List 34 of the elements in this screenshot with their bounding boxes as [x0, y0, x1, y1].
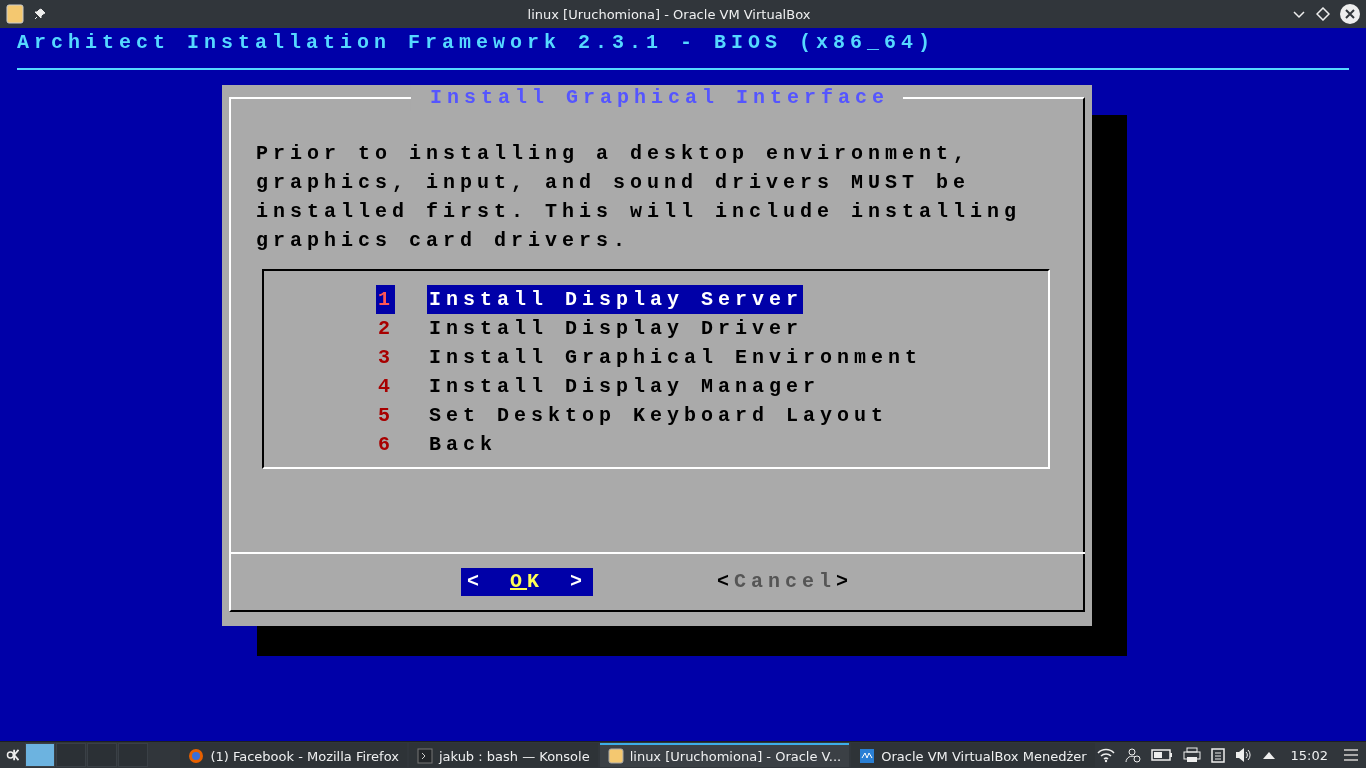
taskbar-task[interactable]: (1) Facebook - Mozilla Firefox: [180, 743, 407, 767]
printer-icon[interactable]: [1182, 747, 1201, 763]
installer-header: Architect Installation Framework 2.3.1 - BIOS (x86_64): [16, 30, 937, 56]
maximize-icon[interactable]: [1316, 7, 1330, 21]
taskbar-task[interactable]: jakub : bash — Konsole: [408, 743, 598, 767]
wifi-icon[interactable]: [1096, 747, 1115, 763]
taskbar-task[interactable]: Oracle VM VirtualBox Menedżer: [851, 743, 1095, 767]
dialog-message: Prior to installing a desktop environment, graphics, input, and sound drivers MUST be installed first. This will include installing graphics card drivers.: [256, 141, 1023, 254]
app-icon: [607, 748, 624, 764]
pin-icon[interactable]: [34, 8, 46, 20]
menu-item[interactable]: Install Graphical Environment: [427, 343, 923, 372]
app-icon: [859, 748, 876, 764]
menu-item[interactable]: Install Display Manager: [427, 372, 821, 401]
window-title: linux [Uruchomiona] - Oracle VM VirtualBox: [526, 6, 812, 22]
menu-icon[interactable]: [1344, 749, 1359, 761]
expand-arrow-icon[interactable]: [1262, 751, 1275, 759]
battery-icon[interactable]: [1150, 748, 1173, 762]
app-icon: [6, 4, 24, 24]
menu-item[interactable]: Install Display Server: [427, 285, 804, 314]
cancel-button[interactable]: <Cancel>: [711, 568, 860, 596]
menu-item[interactable]: Install Display Driver: [427, 314, 804, 343]
ok-button[interactable]: < OK >: [461, 568, 594, 596]
taskbar-task[interactable]: linux [Uruchomiona] - Oracle V...: [599, 743, 850, 767]
volume-icon[interactable]: [1234, 747, 1253, 763]
close-icon[interactable]: [1340, 4, 1360, 24]
menu-tag[interactable]: 1: [376, 285, 395, 314]
menu-item[interactable]: Back: [427, 430, 498, 459]
menu-item[interactable]: Set Desktop Keyboard Layout: [427, 401, 889, 430]
clock[interactable]: 15:02: [1290, 747, 1329, 763]
clipboard-icon[interactable]: [1210, 747, 1225, 763]
browser-icon: [188, 748, 205, 764]
desktop-pager[interactable]: [25, 743, 56, 767]
user-icon[interactable]: [1124, 747, 1141, 763]
terminal-icon: [416, 748, 433, 764]
